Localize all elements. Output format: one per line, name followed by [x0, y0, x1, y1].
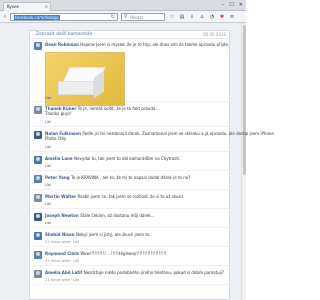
- avatar[interactable]: [34, 175, 42, 183]
- comment-text: Nebyl jsem si jistý, ale zkusil jsem to.: [75, 232, 151, 237]
- scrollbar-thumb[interactable]: [243, 25, 246, 175]
- comment-text-line2: Photo čtěy: [45, 136, 67, 141]
- window-controls: – ☐ ✕: [222, 2, 243, 9]
- author-name[interactable]: Joseph Newton Stále čekám, až dostanu mů…: [45, 213, 155, 218]
- avatar[interactable]: [34, 251, 42, 259]
- navigation-bar: ‹ facebook.com/dialogs ↻ ⚲ Hledat ☆ ▤ ⇓ …: [0, 11, 246, 23]
- search-placeholder: Hledat: [130, 15, 144, 20]
- author-name[interactable]: Martin Walter Rozbil jsem se, tak jsem s…: [45, 194, 184, 199]
- panel-header: Zobrazit další komentáře 05.05.2012: [30, 31, 229, 39]
- author-name[interactable]: Dean Robinson Hajecw Jsem si myslel, že …: [45, 42, 229, 47]
- home-icon[interactable]: ⌂: [199, 13, 205, 21]
- avatar[interactable]: [34, 270, 42, 278]
- avatar[interactable]: [34, 194, 42, 202]
- author-name[interactable]: Amelia Abd Latif Nezdržuje nikdo podobné…: [45, 270, 224, 275]
- minimize-button[interactable]: –: [222, 2, 225, 9]
- comment-text-line2: Thanks guys!: [45, 111, 72, 116]
- url-text: facebook.com/dialogs: [14, 15, 60, 20]
- title-bar: Kyvex ✕ – ☐ ✕: [0, 0, 246, 11]
- pocket-icon[interactable]: ◔: [209, 13, 215, 21]
- comment-text: Nezdržuje nikdo podobného jiného telefon…: [83, 270, 225, 275]
- comment-meta: 21 minut před · Líbí: [45, 259, 80, 263]
- like-link[interactable]: Líbí: [45, 183, 51, 187]
- comment-text: Wow!!!!!!!!!! ...!!!!!Highway!!!!!!!!!!!…: [80, 251, 167, 256]
- avatar[interactable]: [34, 42, 42, 50]
- reading-list-icon[interactable]: ▤: [179, 13, 185, 21]
- box-front: [58, 81, 94, 95]
- comment-meta: 21 minut před · Líbí: [45, 278, 80, 282]
- like-link[interactable]: Líbí: [45, 164, 51, 168]
- like-link[interactable]: Líbí: [45, 120, 51, 124]
- comments-panel: Zobrazit další komentáře 05.05.2012 Dean…: [29, 30, 275, 300]
- like-link[interactable]: Líbí: [45, 221, 51, 225]
- author-name[interactable]: Nolan Fulkinson Podle jsi mi nezobrazil …: [45, 131, 275, 136]
- like-link[interactable]: Líbí: [45, 202, 51, 206]
- list-item: Nolan Fulkinson Podle jsi mi nezobrazil …: [30, 129, 275, 152]
- avatar[interactable]: [34, 213, 42, 221]
- avatar[interactable]: [34, 156, 42, 164]
- search-input[interactable]: ⚲ Hledat: [121, 13, 165, 21]
- maximize-button[interactable]: ☐: [229, 2, 233, 9]
- download-icon[interactable]: ⇓: [189, 13, 195, 21]
- back-arrow-icon[interactable]: ‹: [1, 13, 9, 21]
- url-bar[interactable]: facebook.com/dialogs ↻: [10, 13, 118, 21]
- comment-meta: 21 minut před · Líbí: [45, 240, 80, 244]
- toolbar: ☆ ▤ ⇓ ⌂ ◔ ✱ ≡: [169, 13, 235, 21]
- author-name[interactable]: Amelia Lane Nevydal tu, tak jsem to dal …: [45, 156, 180, 161]
- reload-icon[interactable]: ↻: [111, 14, 115, 21]
- list-item: Joseph Newton Stále čekám, až dostanu mů…: [30, 211, 229, 228]
- close-window-button[interactable]: ✕: [239, 2, 243, 9]
- comment-text: Hajecw Jsem si myslel, že je to trip, al…: [80, 42, 230, 47]
- avatar[interactable]: [34, 106, 42, 114]
- browser-tab[interactable]: Kyvex ✕: [3, 2, 51, 11]
- list-item: Shahid Nisan Nebyl jsem si jistý, ale zk…: [30, 230, 229, 247]
- comment-text: Podle jsi mi nezobrazil dárek. Zaznamena…: [82, 131, 276, 136]
- list-item: Amelia Abd Latif Nezdržuje nikdo podobné…: [30, 268, 229, 285]
- like-link[interactable]: Líbí: [45, 145, 51, 149]
- author-name[interactable]: Peter Yang To je KRAVINA , ale to, že mi…: [45, 175, 190, 180]
- search-icon: ⚲: [124, 14, 128, 20]
- avatar[interactable]: [34, 232, 42, 240]
- panel-date: 05.05.2012: [203, 32, 226, 37]
- comment-text: To je KRAVINA , ale to, že mi to napsal …: [70, 175, 191, 180]
- extension-icon[interactable]: ✱: [219, 13, 225, 21]
- avatar[interactable]: [34, 131, 42, 139]
- list-item: Peter Yang To je KRAVINA , ale to, že mi…: [30, 173, 229, 190]
- tab-title: Kyvex: [7, 4, 19, 9]
- author-name[interactable]: Shahid Nisan Nebyl jsem si jistý, ale zk…: [45, 232, 151, 237]
- like-link[interactable]: Líbí: [45, 96, 51, 100]
- list-item: Thanek Kuner To je, nemáš svítit, že je …: [30, 104, 229, 127]
- author-name[interactable]: Raymond Clark Wow!!!!!!!!!! ...!!!!!High…: [45, 251, 167, 256]
- list-item: Dean Robinson Hajecw Jsem si myslel, že …: [30, 40, 229, 106]
- list-item: Martin Walter Rozbil jsem se, tak jsem s…: [30, 192, 229, 209]
- comment-text: To je, nemáš svítit, že je to fakt pravd…: [77, 106, 157, 111]
- list-item: Amelia Lane Nevydal tu, tak jsem to dal …: [30, 154, 229, 171]
- comment-text: Nevydal tu, tak jsem to dal kamarádům na…: [74, 156, 181, 161]
- bookmark-star-icon[interactable]: ☆: [169, 13, 175, 21]
- more-comments-link[interactable]: Zobrazit další komentáře: [36, 32, 92, 38]
- close-tab-icon[interactable]: ✕: [45, 3, 48, 11]
- list-item: Raymond Clark Wow!!!!!!!!!! ...!!!!!High…: [30, 249, 229, 266]
- photo-image[interactable]: [45, 52, 125, 106]
- scrollbar[interactable]: [241, 23, 246, 300]
- comment-text: Rozbil jsem se, tak jsem se rozhodl, že …: [77, 194, 185, 199]
- menu-icon[interactable]: ≡: [229, 13, 235, 21]
- comment-text: Stále čekám, až dostanu můj dárek...: [80, 213, 155, 218]
